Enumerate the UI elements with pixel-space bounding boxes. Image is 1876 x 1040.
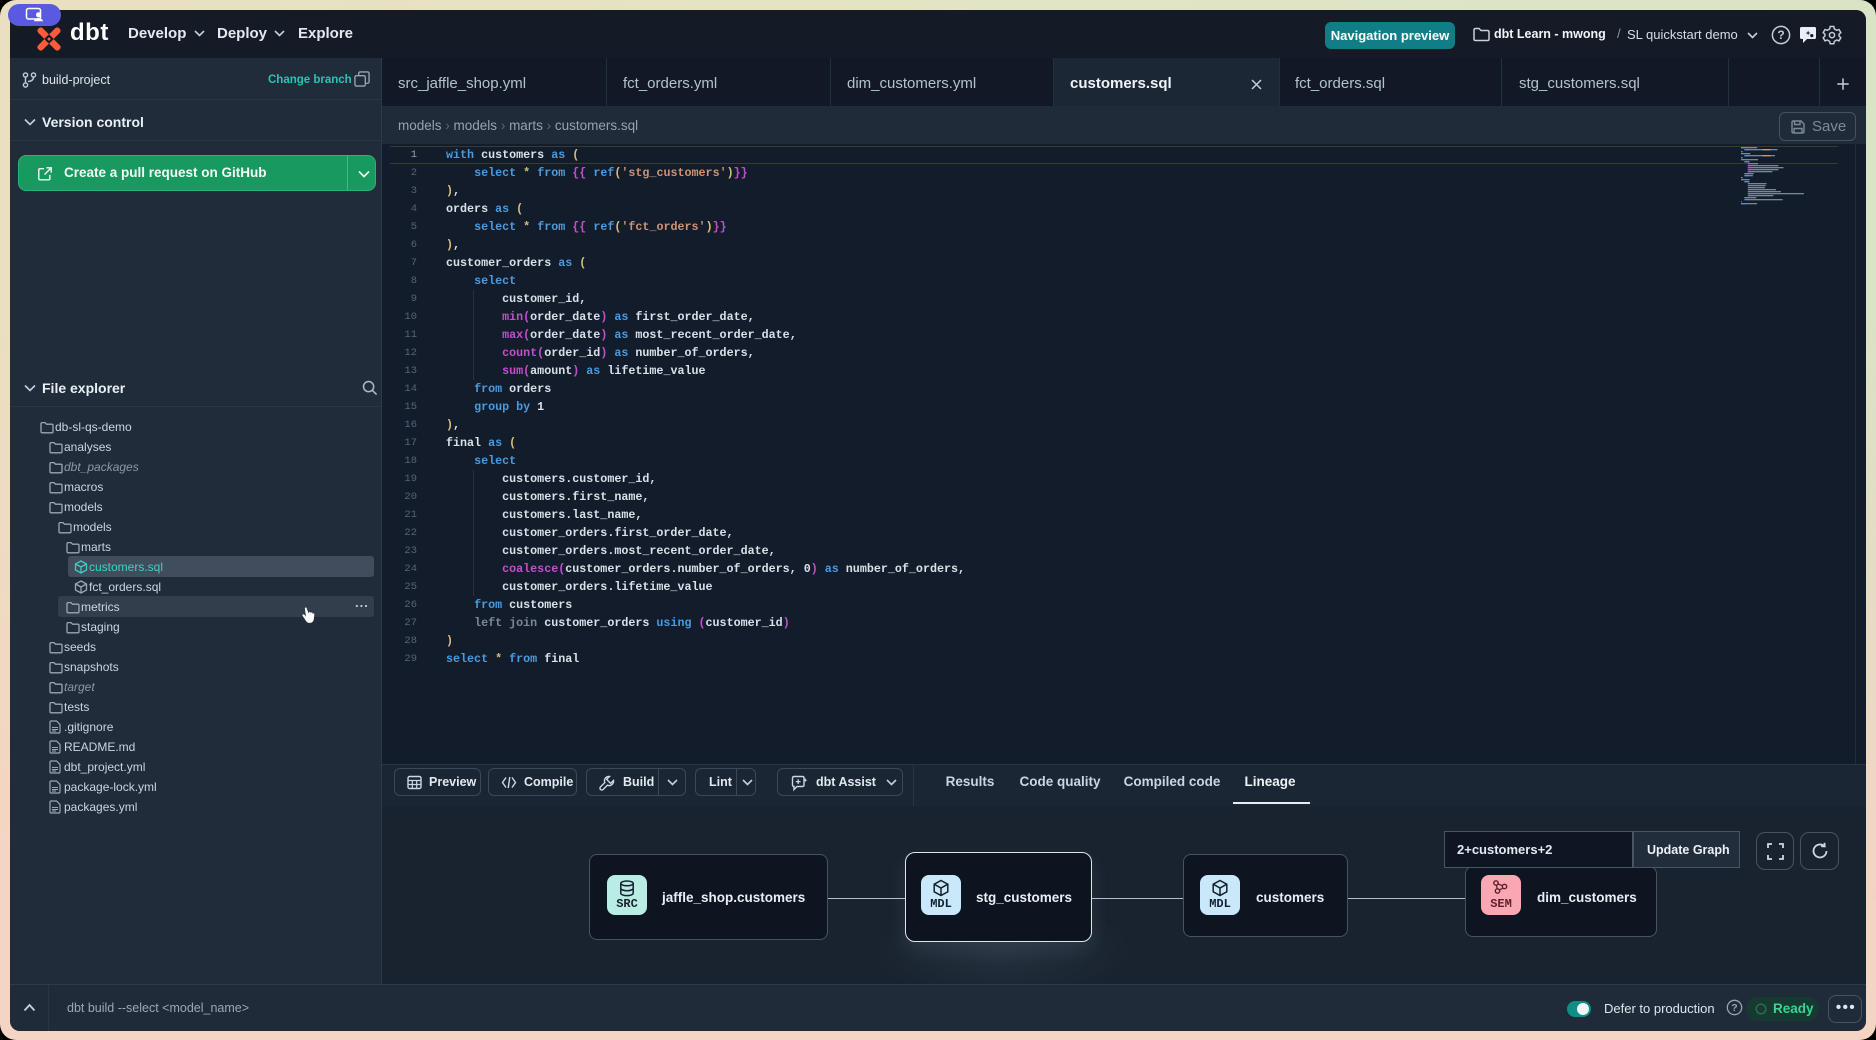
svg-text:?: ? [1777, 28, 1784, 42]
svg-text:?: ? [1731, 1002, 1737, 1014]
